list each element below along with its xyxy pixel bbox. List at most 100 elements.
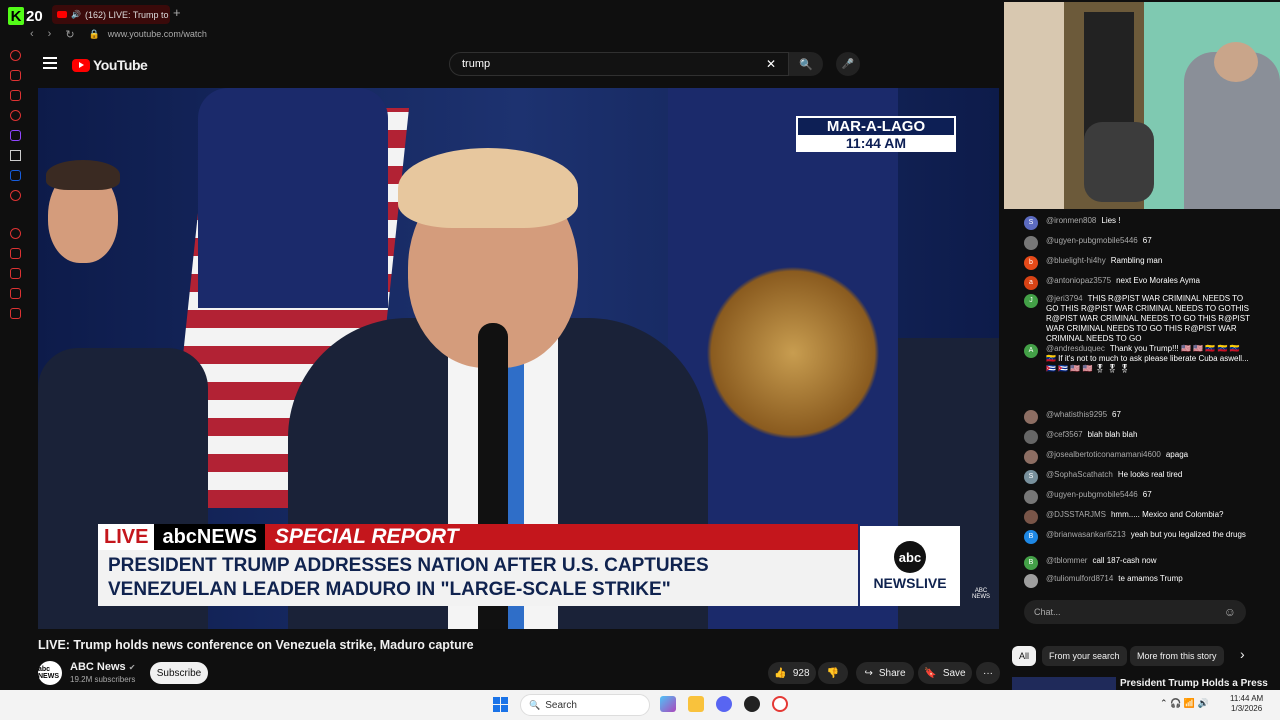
file-explorer-icon[interactable]: [688, 696, 704, 712]
chat-username[interactable]: @ironmen808: [1046, 216, 1096, 225]
location-time-box: MAR-A-LAGO 11:44 AM: [796, 116, 956, 152]
search-input[interactable]: trump ✕: [449, 52, 789, 76]
app-badge: 20: [26, 7, 43, 25]
abc-news-live-bug: abc NEWSLIVE: [860, 526, 960, 606]
youtube-logo[interactable]: YouTube: [72, 57, 148, 73]
sidebar-app-icon[interactable]: [9, 228, 21, 239]
kick-app-logo[interactable]: K 20: [8, 6, 48, 26]
sidebar-app-icon[interactable]: [9, 70, 21, 81]
chat-avatar[interactable]: [1024, 510, 1038, 524]
search-icon: 🔍: [799, 58, 813, 71]
like-button[interactable]: 👍 928: [768, 662, 816, 684]
hamburger-menu-icon[interactable]: [43, 57, 57, 69]
search-button[interactable]: 🔍: [789, 52, 823, 76]
chat-avatar[interactable]: B: [1024, 556, 1038, 570]
chat-avatar[interactable]: [1024, 574, 1038, 588]
subscribe-button[interactable]: Subscribe: [150, 662, 208, 684]
chat-avatar[interactable]: b: [1024, 256, 1038, 270]
like-count: 928: [792, 667, 810, 679]
special-report-label: SPECIAL REPORT: [274, 525, 459, 548]
chat-text: hmm..... Mexico and Colombia?: [1110, 510, 1224, 519]
sidebar-app-icon[interactable]: [9, 268, 21, 279]
opera-icon[interactable]: [772, 696, 788, 712]
us-flag-canton: [198, 88, 388, 308]
chip-all[interactable]: All: [1012, 646, 1037, 666]
chat-avatar[interactable]: [1024, 430, 1038, 444]
chat-input[interactable]: Chat... ☺: [1024, 600, 1246, 624]
chat-username[interactable]: @bluelight-hi4hy: [1046, 256, 1106, 265]
up-next-thumbnail[interactable]: [1012, 677, 1116, 690]
x-icon[interactable]: [9, 150, 21, 161]
clock-date: 1/3/2026: [1231, 704, 1263, 713]
taskbar-clock[interactable]: 11:44 AM 1/3/2026: [1230, 694, 1263, 714]
share-icon: ↪: [864, 667, 873, 679]
sidebar-app-icon[interactable]: [9, 90, 21, 101]
chat-message-body: @SophaScathatch He looks real tired: [1046, 470, 1182, 484]
dislike-button[interactable]: 👎: [818, 662, 848, 684]
chat-message-body: @ugyen-pubgmobile5446 67: [1046, 236, 1152, 250]
chat-avatar[interactable]: S: [1024, 216, 1038, 230]
chat-username[interactable]: @josealbertoticonamamani4600: [1046, 450, 1161, 459]
channel-name[interactable]: ABC News ✔: [70, 661, 135, 673]
sidebar-app-icon[interactable]: [9, 50, 21, 61]
chat-username[interactable]: @cef3567: [1046, 430, 1083, 439]
system-tray-icons[interactable]: ⌃ 🎧 📶 🔊: [1160, 698, 1209, 709]
video-player[interactable]: MAR-A-LAGO 11:44 AM LIVE abcNEWS SPECIAL…: [38, 88, 999, 629]
channel-avatar[interactable]: abc NEWS: [38, 661, 62, 685]
new-tab-button[interactable]: +: [173, 5, 181, 20]
chat-avatar[interactable]: B: [1024, 530, 1038, 544]
save-button[interactable]: 🔖 Save: [918, 662, 972, 684]
back-button[interactable]: ‹: [30, 28, 34, 40]
chat-username[interactable]: @ugyen-pubgmobile5446: [1046, 490, 1138, 499]
presidential-seal: [688, 248, 898, 458]
forward-button[interactable]: ›: [48, 28, 52, 40]
chips-next-icon[interactable]: ›: [1240, 646, 1245, 662]
sidebar-app-icon[interactable]: [9, 248, 21, 259]
copilot-icon[interactable]: [660, 696, 676, 712]
emoji-icon[interactable]: ☺: [1224, 605, 1236, 619]
chip-more-from-story[interactable]: More from this story: [1130, 646, 1224, 666]
chat-avatar[interactable]: S: [1024, 470, 1038, 484]
chat-username[interactable]: @jeri3794: [1046, 294, 1083, 303]
chat-username[interactable]: @brianwasankari5213: [1046, 530, 1126, 539]
chat-message-body: @josealbertoticonamamani4600 apaga: [1046, 450, 1188, 464]
corner-watermark: ABC NEWS: [972, 588, 990, 600]
browser-tab-youtube[interactable]: 🔊 (162) LIVE: Trump to ho: [52, 5, 170, 24]
chat-username[interactable]: @andresduquec: [1046, 344, 1105, 353]
share-button[interactable]: ↪ Share: [856, 662, 914, 684]
chat-avatar[interactable]: [1024, 450, 1038, 464]
reload-button[interactable]: ↻: [65, 28, 74, 41]
bookmark-icon: 🔖: [924, 667, 937, 679]
chat-username[interactable]: @tuliomulford8714: [1046, 574, 1113, 583]
sidebar-app-icon[interactable]: [9, 288, 21, 299]
sidebar-app-icon[interactable]: [9, 110, 21, 121]
chip-from-your-search[interactable]: From your search: [1042, 646, 1127, 666]
taskbar-search[interactable]: 🔍 Search: [520, 694, 650, 716]
voice-search-button[interactable]: 🎤: [836, 52, 860, 76]
chat-username[interactable]: @ugyen-pubgmobile5446: [1046, 236, 1138, 245]
chat-avatar[interactable]: J: [1024, 294, 1038, 308]
discord-icon[interactable]: [716, 696, 732, 712]
headline: PRESIDENT TRUMP ADDRESSES NATION AFTER U…: [98, 550, 858, 606]
chat-avatar[interactable]: [1024, 410, 1038, 424]
sidebar-app-icon[interactable]: [9, 308, 21, 319]
chat-username[interactable]: @whatisthis9295: [1046, 410, 1107, 419]
chat-message: B @tblommer call 187-cash now: [1024, 556, 1250, 570]
clear-search-icon[interactable]: ✕: [766, 57, 776, 71]
sidebar-app-icon[interactable]: [9, 190, 21, 201]
up-next-title[interactable]: President Trump Holds a Press: [1120, 678, 1268, 689]
bitwarden-icon[interactable]: [9, 170, 21, 181]
chat-username[interactable]: @SophaScathatch: [1046, 470, 1113, 479]
address-bar[interactable]: www.youtube.com/watch: [108, 29, 207, 39]
chat-username[interactable]: @DJSSTARJMS: [1046, 510, 1106, 519]
chat-avatar[interactable]: A: [1024, 344, 1038, 358]
chat-avatar[interactable]: [1024, 236, 1038, 250]
chat-username[interactable]: @tblommer: [1046, 556, 1087, 565]
chat-avatar[interactable]: a: [1024, 276, 1038, 290]
chat-avatar[interactable]: [1024, 490, 1038, 504]
windows-start-icon[interactable]: [493, 697, 508, 712]
chat-username[interactable]: @antoniopaz3575: [1046, 276, 1111, 285]
twitch-icon[interactable]: [9, 130, 21, 141]
more-actions-button[interactable]: ···: [976, 662, 1000, 684]
obs-icon[interactable]: [744, 696, 760, 712]
